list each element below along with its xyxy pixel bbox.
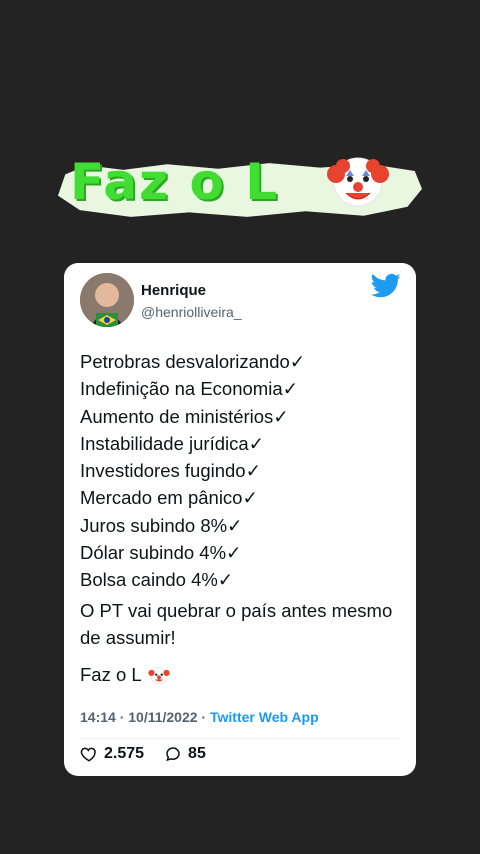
tweet-checklist: Petrobras desvalorizando✓ Indefinição na…: [80, 348, 406, 594]
reply-button[interactable]: 85: [164, 745, 206, 763]
checklist-line: Investidores fugindo✓: [80, 460, 262, 482]
tweet-paragraph: O PT vai quebrar o país antes mesmo de a…: [80, 600, 393, 648]
reply-count: 85: [188, 745, 206, 762]
tweet-meta: 14:14 · 10/11/2022 · Twitter Web App: [80, 709, 319, 725]
title-banner: Faz o L: [58, 148, 422, 230]
checklist-line: Dólar subindo 4%✓: [80, 542, 242, 564]
avatar-image: [80, 273, 134, 327]
tweet-source-link[interactable]: Twitter Web App: [210, 709, 319, 725]
checklist-line: Indefinição na Economia✓: [80, 378, 299, 400]
clown-face-icon: [327, 157, 389, 207]
tweet-timestamp[interactable]: 14:14 · 10/11/2022 ·: [80, 709, 210, 725]
avatar[interactable]: [80, 273, 134, 327]
checklist-line: Aumento de ministérios✓: [80, 405, 289, 427]
tweet-closing: Faz o L: [80, 661, 170, 688]
checklist-line: Bolsa caindo 4%✓: [80, 569, 234, 591]
checklist-line: Petrobras desvalorizando✓: [80, 351, 306, 372]
clown-face-icon: [148, 666, 170, 684]
divider: [80, 738, 400, 739]
tweet-stats: 2.575 85: [80, 745, 226, 763]
like-count: 2.575: [104, 745, 145, 762]
author-handle[interactable]: @henriolliveira_: [141, 304, 242, 320]
twitter-bird-icon[interactable]: [371, 273, 401, 299]
banner-title: Faz o L: [70, 153, 280, 211]
reply-bubble-icon: [166, 747, 180, 762]
like-button[interactable]: 2.575: [80, 745, 144, 763]
checklist-line: Juros subindo 8%✓: [80, 514, 243, 536]
heart-icon: [80, 747, 96, 762]
checklist-line: Instabilidade jurídica✓: [80, 432, 265, 454]
checklist-line: Mercado em pânico✓: [80, 487, 258, 509]
author-name[interactable]: Henrique: [141, 282, 206, 299]
tweet-card: Henrique @henriolliveira_ Petrobras desv…: [64, 263, 416, 776]
closing-text: Faz o L: [80, 664, 142, 685]
